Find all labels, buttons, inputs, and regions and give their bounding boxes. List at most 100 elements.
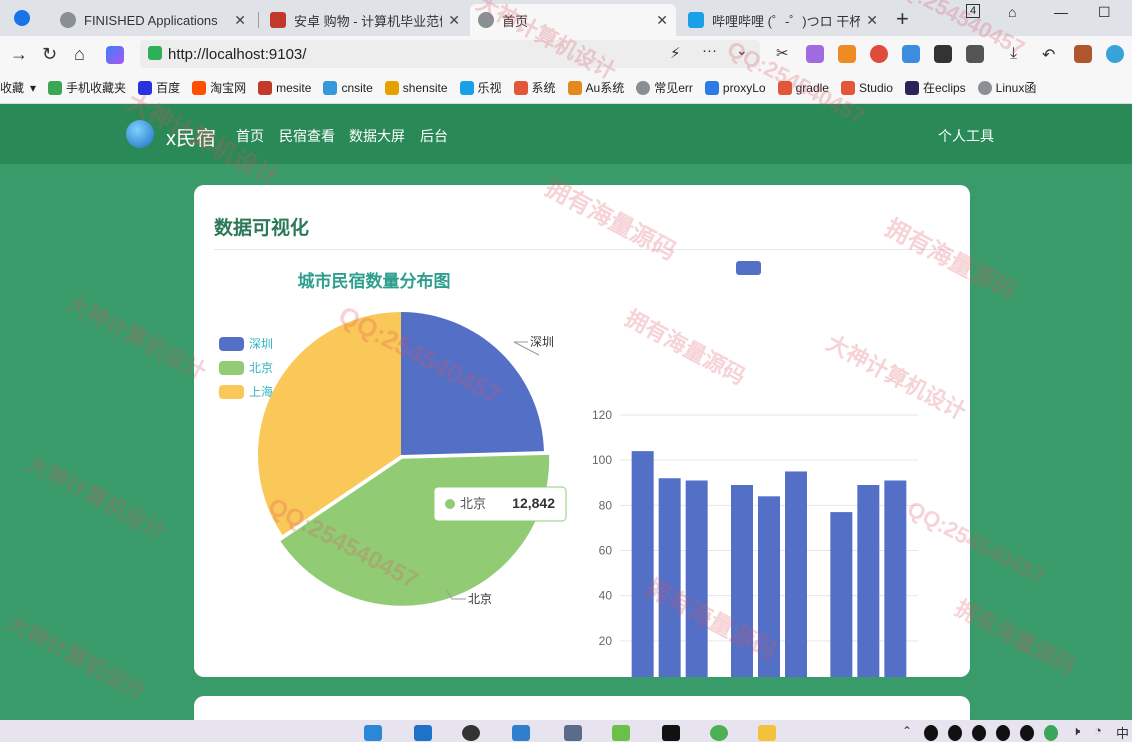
tab-favicon-icon (60, 12, 76, 28)
volume-icon[interactable]: 🕨 (1072, 723, 1080, 739)
minimize-icon[interactable]: — (1054, 4, 1068, 20)
tab-close-icon[interactable]: ✕ (866, 12, 878, 29)
browser-menu-icon[interactable] (14, 10, 30, 26)
more-icon[interactable]: ··· (702, 42, 717, 59)
tray-chevron-icon[interactable]: ⌃ (902, 724, 912, 738)
tray-icon[interactable] (972, 725, 986, 741)
browser-tab[interactable]: 安卓 购物 - 计算机毕业范例 ✕ (262, 4, 468, 36)
cut-icon[interactable]: ✂ (776, 44, 789, 62)
bookmark-item[interactable]: gradle (777, 80, 829, 95)
new-tab-icon[interactable]: + (896, 6, 909, 32)
tray-icon[interactable] (924, 725, 938, 741)
address-bar-row: → ↻ ⌂ http://localhost:9103/ ⚡ ··· ⌄ ✂ ⤓… (0, 36, 1132, 72)
reload-icon[interactable]: ↻ (42, 44, 57, 65)
shensite-icon (384, 80, 399, 95)
translate-icon[interactable] (806, 45, 824, 63)
briefcase-icon[interactable] (1074, 45, 1092, 63)
puzzle-icon[interactable] (966, 45, 984, 63)
eye-extension-icon[interactable] (870, 45, 888, 63)
windows-start-icon[interactable] (364, 725, 382, 741)
bookmark-item[interactable]: Linux函 (977, 79, 1036, 96)
tray-icon[interactable] (1044, 725, 1058, 741)
pie-legend-label: 上海 (249, 384, 273, 399)
tray-icon[interactable] (948, 725, 962, 741)
caret-down-icon: ▾ (30, 80, 37, 95)
fox-extension-icon[interactable] (838, 45, 856, 63)
app-icon[interactable] (710, 725, 728, 741)
nav-homestay-view[interactable]: 民宿查看 (279, 126, 335, 146)
tray-icon[interactable] (1020, 725, 1034, 741)
pie-tooltip-name: 北京 (460, 496, 486, 511)
bookmark-item[interactable]: 常见err (636, 79, 693, 96)
wifi-icon[interactable]: ◔ (1094, 723, 1102, 738)
os-taskbar: ⌃ 🕨 ◔ 中 (0, 720, 1132, 742)
pie-slice (401, 312, 544, 455)
browser-tab[interactable]: FINISHED Applications ✕ (52, 4, 254, 36)
logo-icon[interactable] (126, 120, 154, 148)
bookmark-item[interactable]: 百度 (138, 79, 180, 96)
nav-personal-tools[interactable]: 个人工具 (938, 126, 994, 146)
bookmark-item[interactable]: Studio (840, 80, 893, 95)
tab-favicon-icon (688, 12, 704, 28)
shirt-icon[interactable]: ⌂ (1008, 4, 1016, 20)
studio-icon (840, 80, 855, 95)
bookmark-item[interactable]: 收藏 ▾ (0, 79, 36, 96)
site-logo-text[interactable]: x民宿 (166, 122, 216, 151)
forward-icon[interactable]: → (10, 44, 28, 65)
ai-icon[interactable] (106, 46, 124, 64)
bookmark-item[interactable]: 系统 (513, 79, 556, 96)
bar-y-tick: 60 (599, 544, 613, 558)
bookmark-item[interactable]: mesite (258, 80, 311, 95)
ime-icon[interactable]: 中 (1116, 723, 1129, 742)
au-system-icon (567, 80, 582, 95)
bar (785, 471, 807, 677)
nav-admin[interactable]: 后台 (420, 126, 448, 146)
globe-icon (977, 80, 992, 95)
browser-tab-strip: FINISHED Applications ✕ 安卓 购物 - 计算机毕业范例 … (0, 0, 1132, 36)
site-header: x民宿 首页 民宿查看 数据大屏 后台 个人工具 (0, 104, 1132, 164)
tab-title: 首页 (502, 13, 529, 29)
nav-data-screen[interactable]: 数据大屏 (349, 126, 405, 146)
maximize-icon[interactable]: ☐ (1098, 4, 1111, 21)
bookmark-item[interactable]: 手机收藏夹 (48, 79, 126, 96)
lightning-icon[interactable]: ⚡ (670, 44, 681, 62)
letv-icon (459, 80, 474, 95)
app-icon[interactable] (414, 725, 432, 741)
tray-icon[interactable] (996, 725, 1010, 741)
bookmark-item[interactable]: cnsite (323, 80, 373, 95)
app-icon[interactable] (564, 725, 582, 741)
second-card (194, 696, 970, 720)
bookmark-item[interactable]: 淘宝网 (192, 79, 246, 96)
bookmark-item[interactable]: shensite (384, 80, 448, 95)
tab-close-icon[interactable]: ✕ (234, 12, 246, 29)
app-icon[interactable] (512, 725, 530, 741)
box-extension-icon[interactable] (934, 45, 952, 63)
sync-icon[interactable] (1106, 45, 1124, 63)
download-icon[interactable]: ⤓ (1010, 45, 1028, 63)
proxy-icon (704, 80, 719, 95)
folder-icon[interactable] (758, 725, 776, 741)
bookmark-item[interactable]: proxyLo (704, 80, 766, 95)
bar (631, 451, 654, 677)
app-icon[interactable] (612, 725, 630, 741)
tab-title: FINISHED Applications (84, 12, 218, 28)
nav-home[interactable]: 首页 (236, 126, 264, 146)
app-icon[interactable] (462, 725, 480, 741)
pie-tooltip-dot (445, 499, 455, 509)
home-icon[interactable]: ⌂ (74, 44, 85, 65)
undo-icon[interactable]: ↶ (1042, 45, 1060, 64)
browser-tab-active[interactable]: 首页 ✕ (470, 4, 676, 36)
pie-legend-swatch (219, 337, 244, 351)
browser-tab[interactable]: 哔哩哔哩 (゜-゜)つロ 干杯 ✕ (680, 4, 886, 36)
bookmark-item[interactable]: 乐视 (459, 79, 502, 96)
pycharm-icon[interactable] (662, 725, 680, 741)
mail-icon[interactable] (902, 45, 920, 63)
url-field[interactable]: http://localhost:9103/ ⚡ ··· ⌄ (140, 40, 760, 68)
tab-close-icon[interactable]: ✕ (448, 12, 460, 29)
bar (884, 480, 907, 677)
tab-close-icon[interactable]: ✕ (656, 12, 668, 29)
bookmark-item[interactable]: 在eclips (904, 79, 966, 96)
chevron-down-icon[interactable]: ⌄ (736, 42, 748, 59)
bookmark-item[interactable]: Au系统 (567, 79, 624, 96)
tab-count-badge[interactable]: 4 (966, 4, 981, 18)
